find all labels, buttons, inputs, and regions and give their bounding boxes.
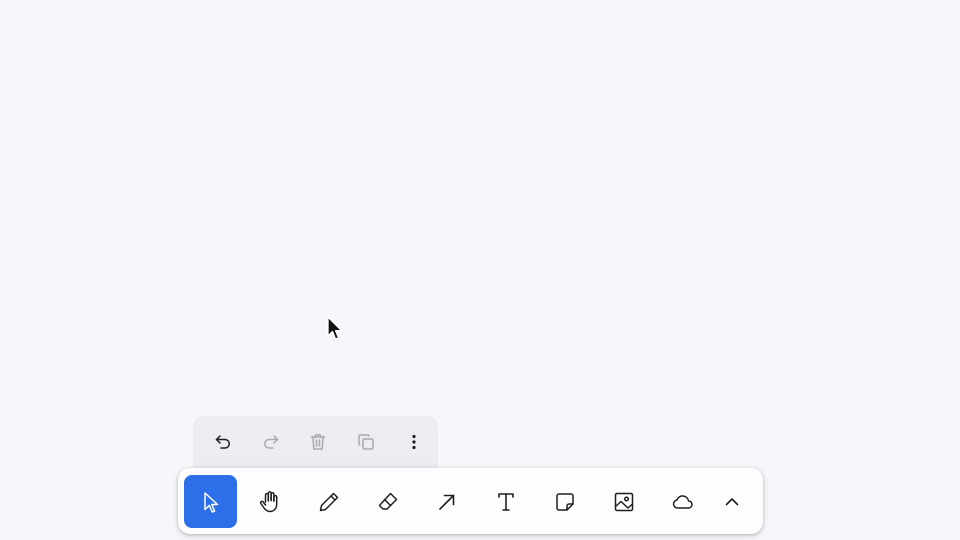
trash-icon — [311, 434, 326, 450]
cloud-icon — [672, 494, 693, 509]
duplicate-icon — [358, 434, 375, 450]
draw-tool-button[interactable] — [302, 475, 355, 528]
more-vertical-icon — [412, 434, 416, 450]
more-actions-button[interactable] — [390, 420, 438, 464]
note-tool-button[interactable] — [538, 475, 591, 528]
text-tool-button[interactable] — [479, 475, 532, 528]
undo-icon — [215, 435, 230, 449]
main-toolbar — [178, 468, 763, 534]
more-tools-button[interactable] — [710, 475, 754, 528]
undo-button[interactable] — [199, 420, 247, 464]
arrow-tool-button[interactable] — [420, 475, 473, 528]
pencil-icon — [319, 492, 338, 511]
select-tool-button[interactable] — [184, 475, 237, 528]
eraser-icon — [378, 492, 397, 510]
delete-button[interactable] — [295, 420, 343, 464]
chevron-up-icon — [725, 497, 739, 505]
duplicate-button[interactable] — [342, 420, 390, 464]
sticky-note-icon — [555, 492, 574, 511]
redo-icon — [263, 435, 278, 449]
eraser-tool-button[interactable] — [361, 475, 414, 528]
arrow-icon — [438, 494, 454, 510]
drawing-canvas[interactable] — [0, 0, 960, 540]
cloud-tool-button[interactable] — [656, 475, 709, 528]
pointer-icon — [203, 491, 218, 513]
hand-tool-button[interactable] — [243, 475, 296, 528]
hand-icon — [259, 490, 277, 512]
mouse-cursor-icon — [327, 316, 343, 340]
image-icon — [614, 492, 633, 511]
quick-actions-bar — [193, 416, 438, 468]
media-tool-button[interactable] — [597, 475, 650, 528]
redo-button[interactable] — [247, 420, 295, 464]
text-icon — [497, 492, 514, 511]
